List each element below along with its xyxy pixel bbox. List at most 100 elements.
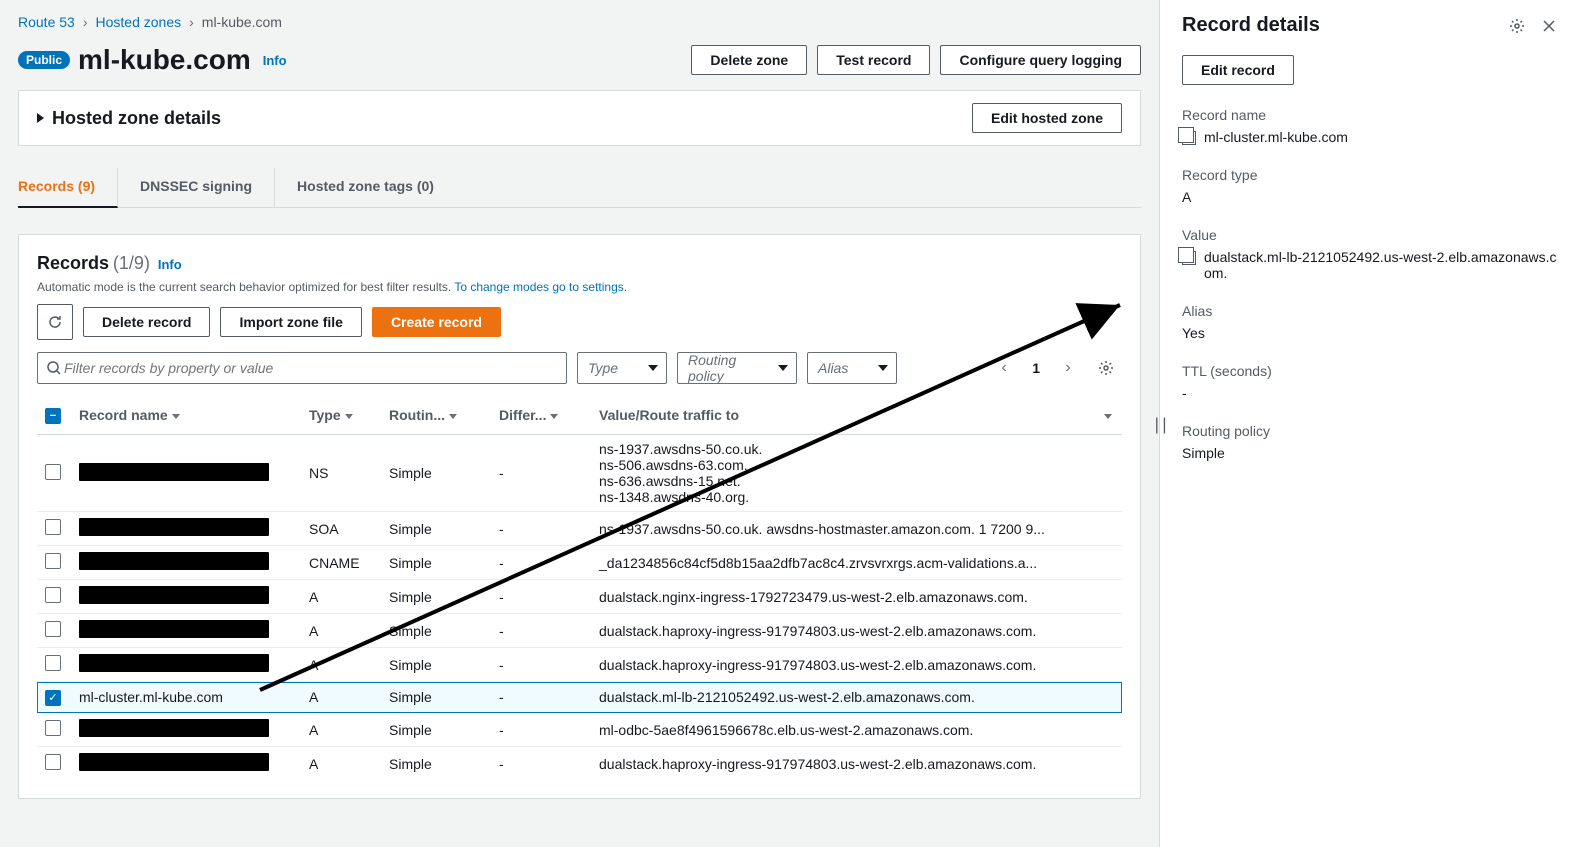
chevron-right-icon: › [189,14,194,30]
chevron-down-icon [778,365,788,371]
refresh-button[interactable] [37,304,73,340]
table-settings-button[interactable] [1090,352,1122,384]
redacted-record-name [79,654,269,672]
select-all-checkbox[interactable]: − [45,408,61,424]
breadcrumb-root[interactable]: Route 53 [18,14,75,30]
record-name-label: Record name [1182,107,1557,123]
table-row[interactable]: ASimple-dualstack.nginx-ingress-17927234… [37,580,1122,614]
record-diff-cell: - [491,546,591,580]
create-record-button[interactable]: Create record [372,307,501,337]
next-page-button[interactable]: › [1056,359,1080,377]
caret-right-icon [37,113,44,123]
record-type-cell: A [301,648,381,682]
record-value-line: dualstack.haproxy-ingress-917974803.us-w… [599,756,1084,772]
record-type-cell: A [301,580,381,614]
col-value[interactable]: Value/Route traffic to [599,407,739,423]
row-checkbox[interactable] [45,720,61,736]
table-row[interactable]: NSSimple-ns-1937.awsdns-50.co.uk.ns-506.… [37,435,1122,512]
records-count: (1/9) [113,253,150,273]
table-row[interactable]: SOASimple-ns-1937.awsdns-50.co.uk. awsdn… [37,512,1122,546]
tab-dnssec[interactable]: DNSSEC signing [140,168,275,207]
row-checkbox[interactable] [45,464,61,480]
change-modes-link[interactable]: To change modes go to settings. [454,280,627,294]
alias-filter[interactable]: Alias [807,352,897,384]
record-value-line: dualstack.nginx-ingress-1792723479.us-we… [599,589,1084,605]
public-badge: Public [18,51,70,69]
row-checkbox[interactable] [45,621,61,637]
record-name-value: ml-cluster.ml-kube.com [1204,129,1348,145]
records-desc: Automatic mode is the current search beh… [37,280,454,294]
record-value-line: ns-636.awsdns-15.net. [599,473,1084,489]
breadcrumb: Route 53 › Hosted zones › ml-kube.com [18,10,1141,44]
record-value-line: ml-odbc-5ae8f4961596678c.elb.us-west-2.a… [599,722,1084,738]
filter-records-input-wrap[interactable] [37,352,567,384]
page-number: 1 [1026,360,1046,376]
table-row[interactable]: ASimple-dualstack.haproxy-ingress-917974… [37,648,1122,682]
filter-records-input[interactable] [62,359,558,377]
col-routing[interactable]: Routin... [389,407,445,423]
search-icon [46,360,62,376]
routing-policy-filter[interactable]: Routing policy [677,352,797,384]
chevron-down-icon [878,365,888,371]
table-row[interactable]: ASimple-dualstack.haproxy-ingress-917974… [37,747,1122,781]
row-checkbox[interactable] [45,754,61,770]
record-routing-cell: Simple [381,682,491,713]
row-checkbox[interactable] [45,655,61,671]
tab-tags[interactable]: Hosted zone tags (0) [297,168,456,207]
col-type[interactable]: Type [309,407,341,423]
record-diff-cell: - [491,648,591,682]
col-differ[interactable]: Differ... [499,407,546,423]
record-value-line: dualstack.haproxy-ingress-917974803.us-w… [599,657,1084,673]
resize-handle[interactable]: || [1152,414,1167,433]
copy-icon[interactable] [1182,251,1196,265]
prev-page-button[interactable]: ‹ [992,359,1016,377]
record-diff-cell: - [491,713,591,747]
record-value-line: ns-506.awsdns-63.com. [599,457,1084,473]
tabs: Records (9) DNSSEC signing Hosted zone t… [18,168,1141,208]
row-checkbox[interactable] [45,587,61,603]
copy-icon[interactable] [1182,131,1196,145]
record-value-line: ns-1937.awsdns-50.co.uk. awsdns-hostmast… [599,521,1084,537]
record-routing-cell: Simple [381,546,491,580]
edit-hosted-zone-button[interactable]: Edit hosted zone [972,103,1122,133]
breadcrumb-current: ml-kube.com [202,14,282,30]
records-table: − Record name Type Routin... Differ... V… [37,396,1122,780]
info-link[interactable]: Info [263,53,287,68]
chevron-down-icon [648,365,658,371]
row-checkbox[interactable]: ✓ [45,690,61,706]
type-filter[interactable]: Type [577,352,667,384]
record-value-line: dualstack.haproxy-ingress-917974803.us-w… [599,623,1084,639]
record-routing-cell: Simple [381,648,491,682]
row-checkbox[interactable] [45,553,61,569]
table-row[interactable]: ✓ml-cluster.ml-kube.comASimple-dualstack… [37,682,1122,713]
delete-record-button[interactable]: Delete record [83,307,210,337]
test-record-button[interactable]: Test record [817,45,930,75]
table-row[interactable]: CNAMESimple-_da1234856c84cf5d8b15aa2dfb7… [37,546,1122,580]
configure-logging-button[interactable]: Configure query logging [940,45,1141,75]
record-value-line: _da1234856c84cf5d8b15aa2dfb7ac8c4.zrvsvr… [599,555,1084,571]
tab-records[interactable]: Records (9) [18,168,118,208]
delete-zone-button[interactable]: Delete zone [691,45,807,75]
records-info-link[interactable]: Info [158,257,182,272]
hosted-zone-details-toggle[interactable]: Hosted zone details [37,108,221,129]
col-record-name[interactable]: Record name [79,407,168,423]
close-icon[interactable] [1541,18,1557,34]
table-row[interactable]: ASimple-ml-odbc-5ae8f4961596678c.elb.us-… [37,713,1122,747]
gear-icon [1098,360,1114,376]
row-checkbox[interactable] [45,519,61,535]
routing-policy-value: Simple [1182,445,1225,461]
redacted-record-name [79,586,269,604]
import-zone-file-button[interactable]: Import zone file [220,307,361,337]
routing-policy-label: Routing policy [1182,423,1557,439]
table-row[interactable]: ASimple-dualstack.haproxy-ingress-917974… [37,614,1122,648]
breadcrumb-zones[interactable]: Hosted zones [96,14,182,30]
edit-record-button[interactable]: Edit record [1182,55,1294,85]
record-type-label: Record type [1182,167,1557,183]
gear-icon[interactable] [1509,18,1525,34]
hosted-zone-details-title: Hosted zone details [52,108,221,129]
record-details-title: Record details [1182,14,1320,37]
redacted-record-name [79,753,269,771]
record-value-line: ns-1348.awsdns-40.org. [599,489,1084,505]
alias-label: Alias [1182,303,1557,319]
record-type-value: A [1182,189,1191,205]
